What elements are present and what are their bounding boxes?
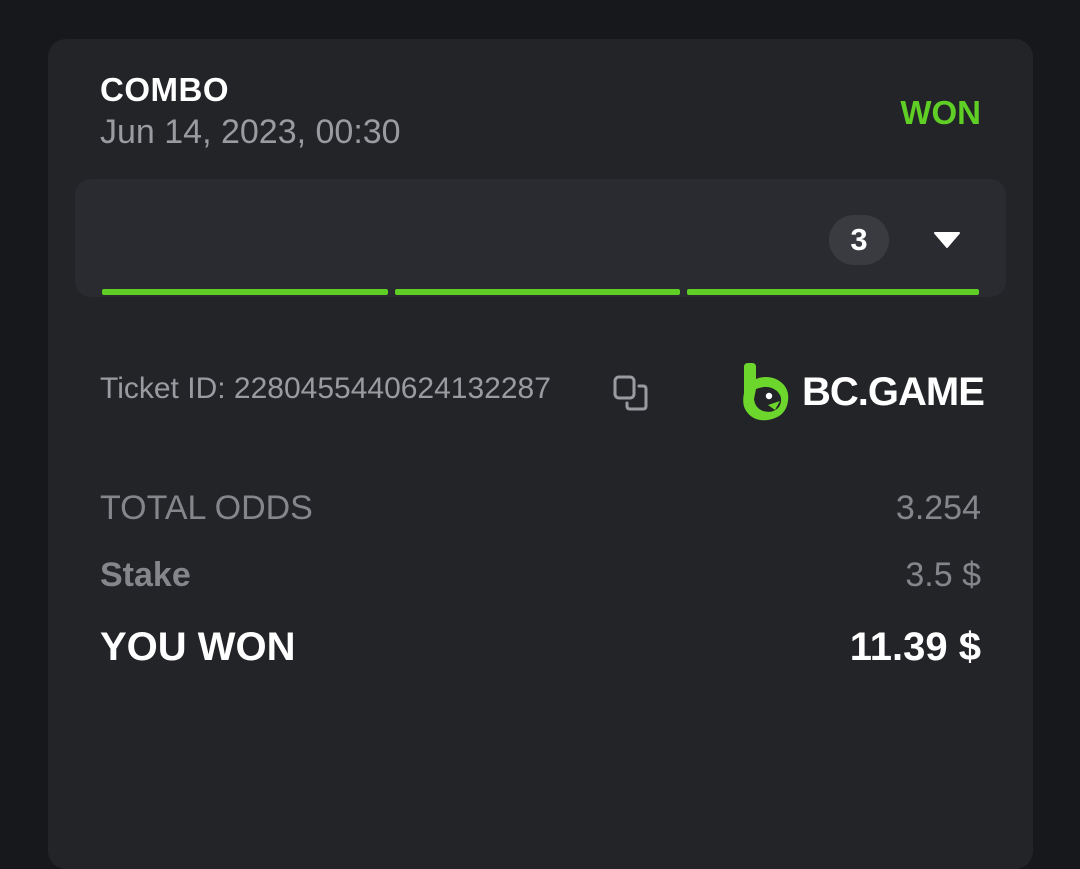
status-badge: WON: [900, 94, 981, 131]
bet-date: Jun 14, 2023, 00:30: [100, 113, 401, 151]
brand-logo: BC.GAME: [740, 362, 985, 422]
bet-type-label: COMBO: [100, 71, 229, 108]
copy-icon: [613, 375, 648, 411]
bet-card: COMBO Jun 14, 2023, 00:30 WON 3 Ticket I…: [48, 39, 1033, 869]
stake-row: Stake 3.5 $: [100, 556, 981, 595]
legs-count-badge: 3: [829, 215, 889, 265]
copy-ticket-button[interactable]: [611, 373, 651, 413]
bcgame-logo-icon: [743, 363, 789, 421]
leg-progress-segment: [687, 289, 979, 295]
ticket-id: Ticket ID: 2280455440624132287: [100, 372, 551, 406]
winnings-row: YOU WON 11.39 $: [100, 625, 981, 670]
leg-progress-segment: [102, 289, 388, 295]
stake-value: 3.5 $: [905, 556, 981, 594]
expand-legs-button[interactable]: [924, 221, 970, 259]
ticket-id-label: Ticket ID:: [100, 372, 234, 405]
bet-legs-header[interactable]: 3: [75, 179, 1006, 297]
total-odds-value: 3.254: [895, 489, 981, 527]
stake-label: Stake: [100, 556, 191, 594]
caret-down-icon: [934, 232, 960, 248]
ticket-id-value: 2280455440624132287: [233, 372, 551, 405]
total-odds-row: TOTAL ODDS 3.254: [100, 489, 981, 528]
brand-name: BC.GAME: [802, 369, 985, 414]
winnings-value: 11.39 $: [849, 625, 981, 669]
leg-progress-segment: [395, 289, 680, 295]
winnings-label: YOU WON: [100, 625, 296, 669]
total-odds-label: TOTAL ODDS: [100, 489, 313, 527]
